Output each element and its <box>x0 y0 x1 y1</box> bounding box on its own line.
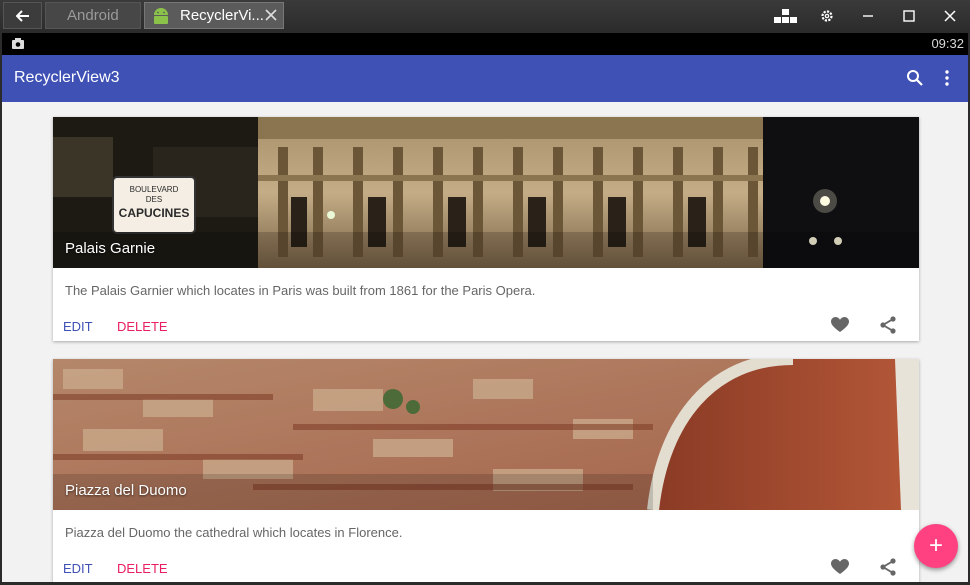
android-status-bar: 09:32 <box>2 33 968 55</box>
share-icon[interactable] <box>880 558 896 576</box>
search-icon[interactable] <box>906 69 924 87</box>
card-image: BOULEVARD DES CAPUCINES Palais Garnie <box>53 117 919 268</box>
card-title: Piazza del Duomo <box>65 482 187 499</box>
edit-button[interactable]: EDIT <box>63 561 93 576</box>
add-fab-button[interactable]: + <box>914 524 958 568</box>
window-controls <box>765 0 970 31</box>
recycler-list[interactable]: BOULEVARD DES CAPUCINES Palais Garnie Th… <box>2 102 968 582</box>
edit-button[interactable]: EDIT <box>63 319 93 334</box>
tab-label: Android <box>67 7 119 24</box>
tab-recyclerview[interactable]: RecyclerVi... <box>144 2 284 29</box>
app-bar: RecyclerView3 <box>2 55 968 102</box>
delete-button[interactable]: DELETE <box>117 319 168 334</box>
street-sign-text: DES <box>146 195 162 204</box>
android-icon <box>154 7 168 24</box>
maximize-button[interactable] <box>888 0 929 31</box>
close-icon[interactable] <box>263 7 279 23</box>
arrow-left-icon <box>15 9 29 22</box>
back-button[interactable] <box>3 2 42 29</box>
palais-garnier-photo: BOULEVARD DES CAPUCINES <box>53 117 919 268</box>
card-description: Piazza del Duomo the cathedral which loc… <box>65 525 403 540</box>
maximize-icon <box>902 9 915 22</box>
heart-icon[interactable] <box>831 559 849 575</box>
more-vert-icon[interactable] <box>942 69 952 87</box>
status-time: 09:32 <box>931 36 964 51</box>
delete-button[interactable]: DELETE <box>117 561 168 576</box>
window-close-button[interactable] <box>929 0 970 31</box>
minimize-icon <box>862 14 873 17</box>
minimize-button[interactable] <box>847 0 888 31</box>
keyboard-icon <box>773 8 797 23</box>
close-icon <box>943 9 956 22</box>
list-item: BOULEVARD DES CAPUCINES Palais Garnie Th… <box>53 117 919 341</box>
window-titlebar: Android RecyclerVi... <box>0 0 970 31</box>
tab-android[interactable]: Android <box>45 2 141 29</box>
card-title: Palais Garnie <box>65 240 156 257</box>
card-description: The Palais Garnier which locates in Pari… <box>65 283 536 298</box>
street-sign-text: CAPUCINES <box>119 206 190 220</box>
camera-icon <box>12 38 24 49</box>
list-item: Piazza del Duomo Piazza del Duomo the ca… <box>53 359 919 582</box>
emulator-window: Android RecyclerVi... 09:32 RecyclerView… <box>0 0 970 585</box>
card-image: Piazza del Duomo <box>53 359 919 510</box>
tab-label: RecyclerVi... <box>180 7 264 24</box>
plus-icon: + <box>928 532 943 559</box>
keyboard-button[interactable] <box>765 0 806 31</box>
heart-icon[interactable] <box>831 317 849 333</box>
share-icon[interactable] <box>880 316 896 334</box>
gear-icon <box>820 9 833 22</box>
street-sign-text: BOULEVARD <box>130 185 179 194</box>
app-title: RecyclerView3 <box>14 69 120 86</box>
settings-button[interactable] <box>806 0 847 31</box>
